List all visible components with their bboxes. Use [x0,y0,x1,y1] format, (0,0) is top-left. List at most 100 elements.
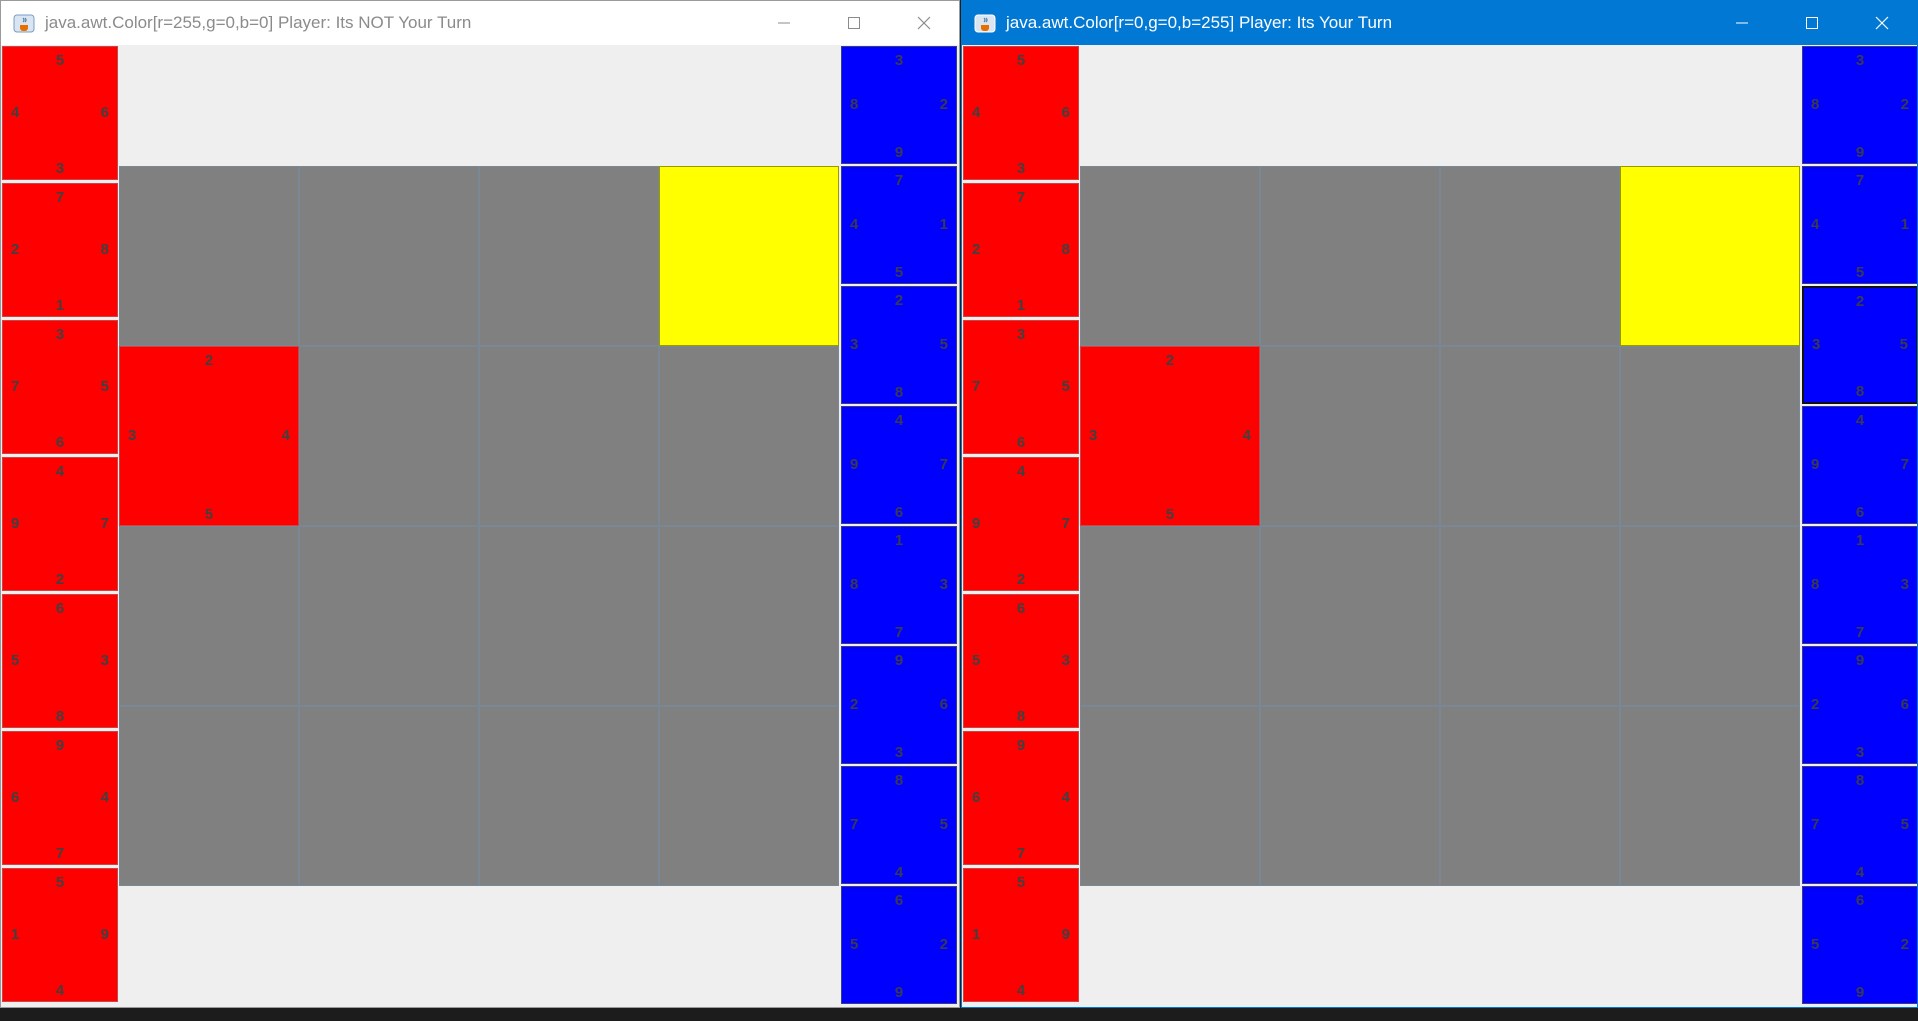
title-bar[interactable]: java.awt.Color[r=255,g=0,b=0] Player: It… [1,1,959,45]
tile-top-number: 2 [204,352,214,369]
tile-bottom-number: 2 [1016,571,1026,588]
blue-hand-tile[interactable]: 2 3 5 8 [841,286,957,404]
tile-bottom-number: 6 [1016,434,1026,451]
blue-hand: 38297415235849761837926387546529 [839,46,959,1007]
board-cell[interactable] [1440,346,1620,526]
minimize-button[interactable] [749,1,819,45]
tile-top-number: 5 [55,874,65,891]
red-hand-tile[interactable]: 6 5 3 8 [963,594,1079,728]
board-cell[interactable] [659,706,839,886]
blue-hand-tile[interactable]: 9 2 6 3 [1802,646,1917,764]
red-hand-tile[interactable]: 5 1 9 4 [2,868,118,1002]
red-hand-tile[interactable]: 6 5 3 8 [2,594,118,728]
board-cell[interactable] [1260,706,1440,886]
blue-hand-tile[interactable]: 7 4 1 5 [841,166,957,284]
red-hand-tile[interactable]: 3 7 5 6 [2,320,118,454]
board-cell[interactable] [1620,346,1800,526]
red-hand-tile[interactable]: 9 6 4 7 [2,731,118,865]
tile-right-number: 3 [939,576,948,593]
tile-left-number: 7 [1811,816,1820,833]
close-button[interactable] [1847,1,1917,45]
board-cell[interactable] [299,526,479,706]
minimize-button[interactable] [1707,1,1777,45]
blue-hand-tile[interactable]: 4 9 7 6 [1802,406,1917,524]
board-cell[interactable] [1080,706,1260,886]
blue-hand-tile[interactable]: 6 5 2 9 [1802,886,1917,1004]
blue-hand-tile[interactable]: 7 4 1 5 [1802,166,1917,284]
tile-bottom-number: 1 [1016,297,1026,314]
tile-top-number: 4 [894,412,904,429]
red-hand-tile[interactable]: 4 9 7 2 [963,457,1079,591]
blue-hand-tile[interactable]: 3 8 2 9 [841,46,957,164]
placed-red-tile[interactable]: 2 3 4 5 [119,346,299,526]
blue-hand-tile[interactable]: 9 2 6 3 [841,646,957,764]
tile-right-number: 5 [1900,816,1909,833]
red-hand-tile[interactable]: 5 4 6 3 [963,46,1079,180]
tile-right-number: 4 [1242,427,1251,444]
red-hand-tile[interactable]: 9 6 4 7 [963,731,1079,865]
blue-hand-tile[interactable]: 2 3 5 8 [1802,286,1917,404]
tile-left-number: 1 [972,926,981,943]
board-cell[interactable] [659,346,839,526]
blue-hand-tile[interactable]: 8 7 5 4 [1802,766,1917,884]
tile-bottom-number: 8 [55,708,65,725]
placed-yellow-tile[interactable] [659,166,839,346]
tile-right-number: 7 [1061,515,1070,532]
board-cell[interactable] [1440,706,1620,886]
red-hand-tile[interactable]: 5 1 9 4 [963,868,1079,1002]
tile-top-number: 7 [1016,189,1026,206]
tile-bottom-number: 3 [894,744,904,761]
board-cell[interactable] [1080,166,1260,346]
board-cell[interactable] [119,166,299,346]
tile-left-number: 3 [128,427,137,444]
board-cell[interactable] [479,166,659,346]
tile-top-number: 3 [1016,326,1026,343]
board-cell[interactable] [299,346,479,526]
tile-top-number: 2 [1165,352,1175,369]
tile-bottom-number: 7 [1855,624,1865,641]
board-cell[interactable] [479,706,659,886]
tile-top-number: 8 [894,772,904,789]
blue-hand-tile[interactable]: 6 5 2 9 [841,886,957,1004]
red-hand-tile[interactable]: 4 9 7 2 [2,457,118,591]
maximize-button[interactable] [819,1,889,45]
blue-hand-tile[interactable]: 1837 [1802,526,1917,644]
board-cell[interactable] [1260,526,1440,706]
tile-top-number: 4 [1016,463,1026,480]
board-cell[interactable] [119,526,299,706]
board-cell[interactable] [1620,526,1800,706]
tile-top-number: 4 [1855,412,1865,429]
red-hand-tile[interactable]: 5 4 6 3 [2,46,118,180]
board-cell[interactable] [1620,706,1800,886]
placed-yellow-tile[interactable] [1620,166,1800,346]
board-cell[interactable] [299,706,479,886]
blue-player-window: java.awt.Color[r=0,g=0,b=255] Player: It… [961,0,1918,1008]
red-hand-tile[interactable]: 7 2 8 1 [963,183,1079,317]
board-cell[interactable] [299,166,479,346]
close-button[interactable] [889,1,959,45]
blue-hand-tile[interactable]: 1837 [841,526,957,644]
board-cell[interactable] [1260,166,1440,346]
blue-hand-tile[interactable]: 8 7 5 4 [841,766,957,884]
red-hand-tile[interactable]: 7 2 8 1 [2,183,118,317]
title-bar[interactable]: java.awt.Color[r=0,g=0,b=255] Player: It… [962,1,1917,45]
board-cell[interactable] [1440,526,1620,706]
board-cell[interactable] [479,346,659,526]
board-cell[interactable] [479,526,659,706]
tile-top-number: 7 [894,172,904,189]
tile-left-number: 5 [1811,936,1820,953]
tile-right-number: 5 [939,336,948,353]
board-cell[interactable] [119,706,299,886]
tile-right-number: 4 [1061,789,1070,806]
blue-hand: 38297415235849761837926387546529 [1800,46,1917,1007]
board-cell[interactable] [659,526,839,706]
blue-hand-tile[interactable]: 3 8 2 9 [1802,46,1917,164]
placed-red-tile[interactable]: 2 3 4 5 [1080,346,1260,526]
tile-left-number: 2 [972,241,981,258]
board-cell[interactable] [1260,346,1440,526]
board-cell[interactable] [1080,526,1260,706]
maximize-button[interactable] [1777,1,1847,45]
board-cell[interactable] [1440,166,1620,346]
red-hand-tile[interactable]: 3 7 5 6 [963,320,1079,454]
blue-hand-tile[interactable]: 4 9 7 6 [841,406,957,524]
